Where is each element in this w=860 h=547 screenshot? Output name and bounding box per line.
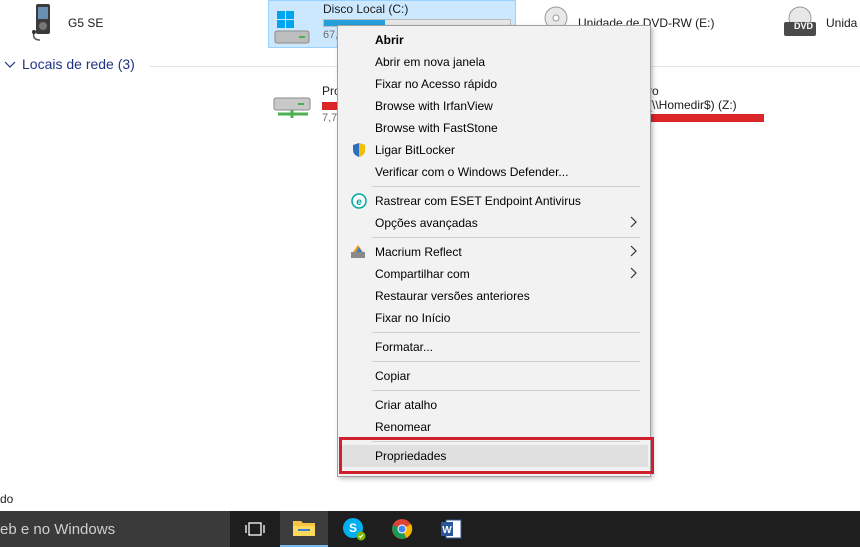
menu-item-formatar[interactable]: Formatar...	[340, 336, 648, 358]
eset-icon: e	[350, 192, 368, 210]
menu-item-renomear[interactable]: Renomear	[340, 416, 648, 438]
menu-item-label: Formatar...	[375, 340, 434, 354]
menu-item-label: Rastrear com ESET Endpoint Antivirus	[375, 194, 581, 208]
drive-usage-bar	[648, 114, 764, 122]
skype-button[interactable]: S	[330, 511, 378, 547]
menu-item-label: Restaurar versões anteriores	[375, 289, 530, 303]
status-bar-text: do	[0, 492, 14, 506]
menu-item-label: Abrir em nova janela	[375, 55, 486, 69]
menu-item-restaurar-versoes-anteriores[interactable]: Restaurar versões anteriores	[340, 285, 648, 307]
chrome-icon	[392, 519, 413, 539]
drive-dvd[interactable]: DVD Unida	[780, 6, 857, 40]
chevron-right-icon	[630, 215, 638, 231]
menu-item-fixar-no-acesso-rapido[interactable]: Fixar no Acesso rápido	[340, 73, 648, 95]
chevron-right-icon	[630, 266, 638, 282]
drive-name: Disco Local (C:)	[323, 2, 409, 16]
folder-icon	[293, 521, 315, 536]
menu-item-label: Compartilhar com	[375, 267, 470, 281]
context-menu: Abrir Abrir em nova janela Fixar no Acesso…	[337, 25, 651, 477]
macrium-icon	[350, 243, 368, 261]
menu-item-label: Browse with FastStone	[375, 121, 498, 135]
chevron-right-icon	[630, 244, 638, 260]
menu-separator	[372, 237, 640, 238]
file-explorer-button[interactable]	[280, 511, 328, 547]
menu-separator	[372, 361, 640, 362]
network-drive-right[interactable]: ro (\\Homedir$) (Z:)	[648, 84, 764, 122]
dvd-badge: DVD	[794, 21, 814, 31]
menu-item-ligar-bitlocker[interactable]: Ligar BitLocker	[340, 139, 648, 161]
network-locations-header[interactable]: Locais de rede (3)	[4, 56, 135, 72]
menu-separator	[372, 186, 640, 187]
search-placeholder: eb e no Windows	[0, 520, 116, 538]
menu-item-verificar-com-o-windows-defender[interactable]: Verificar com o Windows Defender...	[340, 161, 648, 183]
menu-item-copiar[interactable]: Copiar	[340, 365, 648, 387]
menu-item-compartilhar-com[interactable]: Compartilhar com	[340, 263, 648, 285]
menu-item-label: Abrir	[375, 33, 404, 47]
windows-drive-icon	[274, 11, 310, 44]
word-button[interactable]: W	[427, 511, 475, 547]
svg-text:S: S	[349, 521, 357, 535]
menu-separator	[372, 390, 640, 391]
device-name: G5 SE	[68, 16, 104, 30]
menu-item-label: Verificar com o Windows Defender...	[375, 165, 569, 179]
menu-item-macrium-reflect[interactable]: Macrium Reflect	[340, 241, 648, 263]
menu-item-abrir-em-nova-janela[interactable]: Abrir em nova janela	[340, 51, 648, 73]
device-g5[interactable]: G5 SE	[30, 2, 103, 42]
menu-item-label: Opções avançadas	[375, 216, 478, 230]
menu-separator	[372, 332, 640, 333]
drive-name: ro	[648, 84, 659, 98]
menu-item-label: Fixar no Acesso rápido	[375, 77, 498, 91]
media-player-icon	[32, 4, 50, 41]
menu-item-label: Browse with IrfanView	[375, 99, 493, 113]
chevron-down-icon	[4, 61, 16, 68]
taskbar-search[interactable]: eb e no Windows	[0, 511, 230, 547]
menu-item-label: Macrium Reflect	[375, 245, 462, 259]
menu-item-criar-atalho[interactable]: Criar atalho	[340, 394, 648, 416]
menu-item-label: Criar atalho	[375, 398, 438, 412]
chrome-button[interactable]	[378, 511, 426, 547]
section-label: Locais de rede (3)	[22, 56, 135, 72]
menu-item-fixar-no-inicio[interactable]: Fixar no Início	[340, 307, 648, 329]
menu-item-rastrear-com-eset-endpoint-antivirus[interactable]: e Rastrear com ESET Endpoint Antivirus	[340, 190, 648, 212]
menu-item-abrir[interactable]: Abrir	[340, 29, 648, 51]
skype-icon: S	[343, 518, 366, 541]
drive-name: Unida	[826, 16, 858, 30]
menu-item-label: Copiar	[375, 369, 411, 383]
svg-text:W: W	[442, 525, 452, 536]
shield-icon	[350, 141, 368, 159]
menu-item-label: Renomear	[375, 420, 432, 434]
menu-item-label: Fixar no Início	[375, 311, 451, 325]
menu-item-label: Ligar BitLocker	[375, 143, 456, 157]
menu-item-opcoes-avancadas[interactable]: Opções avançadas	[340, 212, 648, 234]
taskbar: eb e no Windows S W	[0, 511, 860, 547]
drive-path: (\\Homedir$) (Z:)	[648, 98, 737, 112]
svg-text:e: e	[356, 197, 362, 208]
network-drive-icon	[273, 97, 311, 118]
task-view-button[interactable]	[231, 511, 279, 547]
word-icon: W	[441, 519, 462, 539]
network-drive-left[interactable]: Pro 7,7	[268, 84, 342, 124]
menu-item-browse-with-irfanview[interactable]: Browse with IrfanView	[340, 95, 648, 117]
menu-item-browse-with-faststone[interactable]: Browse with FastStone	[340, 117, 648, 139]
highlight-annotation	[339, 437, 654, 474]
task-view-icon	[245, 522, 265, 536]
